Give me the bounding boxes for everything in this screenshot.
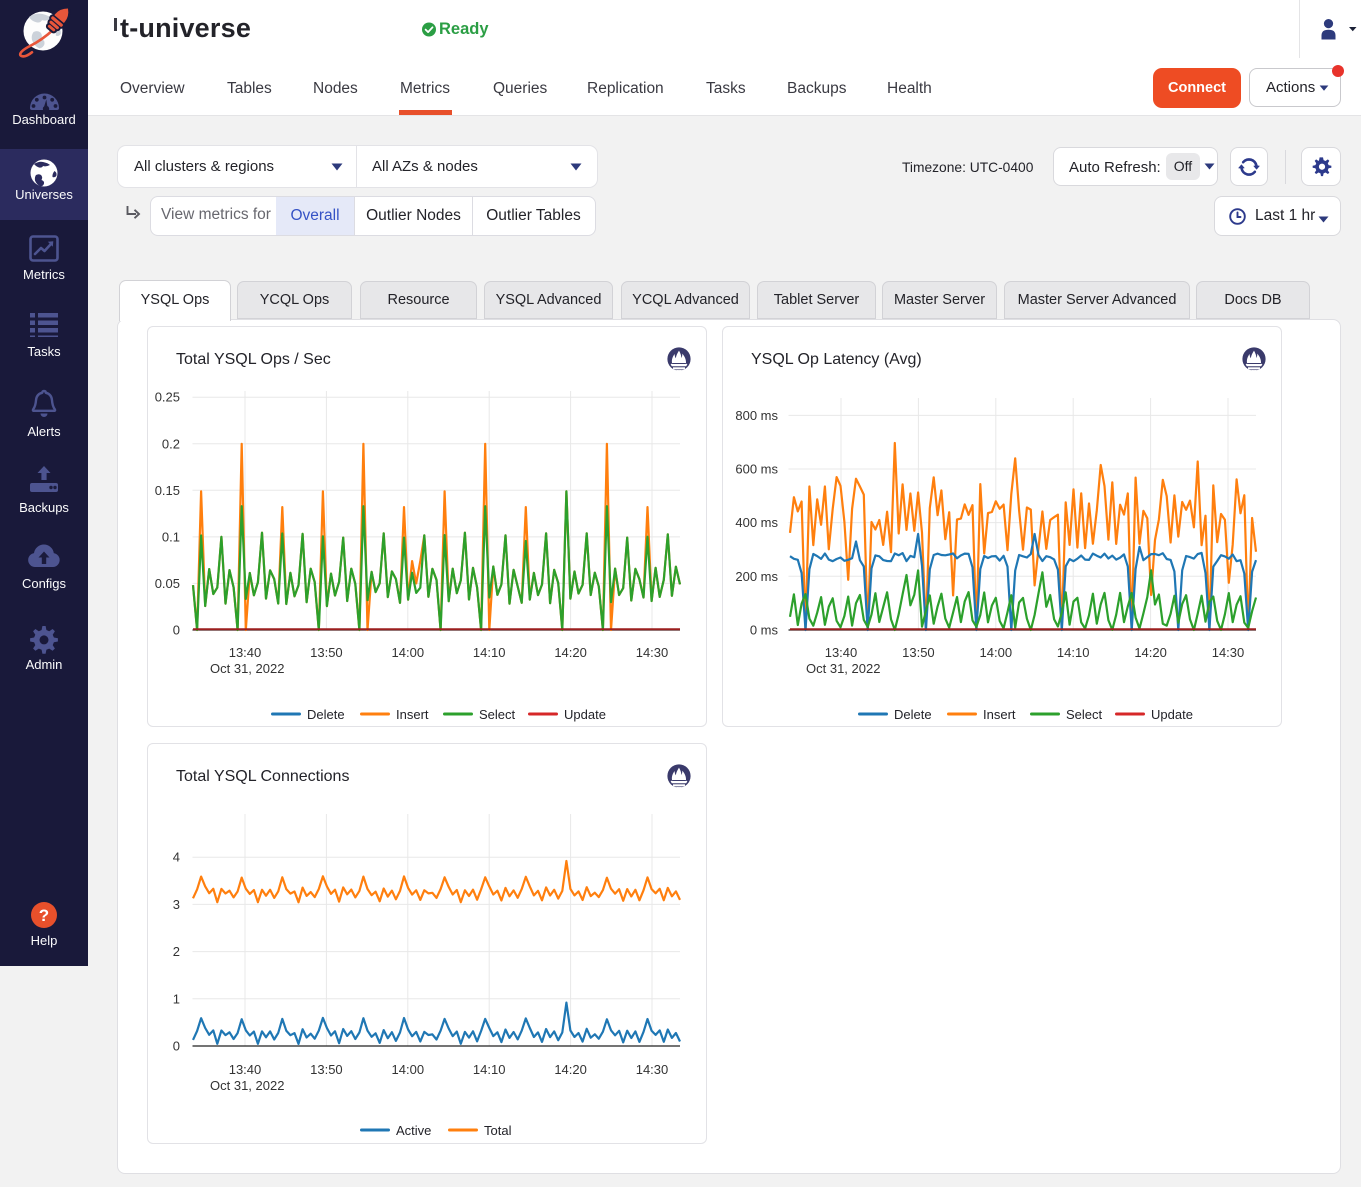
svg-text:0.1: 0.1	[162, 529, 180, 544]
svg-text:Oct 31, 2022: Oct 31, 2022	[210, 661, 284, 676]
svg-text:Select: Select	[479, 707, 516, 722]
svg-text:Total: Total	[484, 1123, 512, 1138]
svg-text:Oct 31, 2022: Oct 31, 2022	[210, 1078, 284, 1093]
svg-text:13:40: 13:40	[229, 645, 262, 660]
svg-text:Insert: Insert	[396, 707, 429, 722]
svg-text:Update: Update	[1151, 707, 1193, 722]
svg-text:0.05: 0.05	[155, 576, 180, 591]
svg-text:13:50: 13:50	[310, 645, 343, 660]
svg-text:13:40: 13:40	[825, 645, 858, 660]
svg-text:0.25: 0.25	[155, 390, 180, 405]
svg-text:Total YSQL Ops / Sec: Total YSQL Ops / Sec	[176, 351, 331, 368]
svg-text:Insert: Insert	[983, 707, 1016, 722]
svg-text:14:20: 14:20	[554, 645, 587, 660]
svg-text:0.15: 0.15	[155, 483, 180, 498]
svg-text:YSQL Op Latency (Avg): YSQL Op Latency (Avg)	[751, 351, 922, 368]
svg-text:Delete: Delete	[307, 707, 345, 722]
svg-text:14:20: 14:20	[1134, 645, 1167, 660]
svg-text:400 ms: 400 ms	[735, 515, 778, 530]
svg-text:2: 2	[173, 944, 180, 959]
svg-text:14:10: 14:10	[473, 645, 506, 660]
svg-text:Update: Update	[564, 707, 606, 722]
svg-text:Active: Active	[396, 1123, 431, 1138]
svg-text:14:20: 14:20	[554, 1062, 587, 1077]
svg-text:4: 4	[173, 850, 180, 865]
svg-text:?: ?	[39, 906, 49, 925]
svg-text:Oct 31, 2022: Oct 31, 2022	[806, 661, 880, 676]
svg-text:14:30: 14:30	[636, 645, 669, 660]
svg-text:14:00: 14:00	[392, 1062, 425, 1077]
svg-text:14:00: 14:00	[980, 645, 1013, 660]
svg-text:0: 0	[173, 623, 180, 638]
svg-text:13:50: 13:50	[902, 645, 935, 660]
svg-text:800 ms: 800 ms	[735, 408, 778, 423]
svg-text:Select: Select	[1066, 707, 1103, 722]
svg-text:0.2: 0.2	[162, 436, 180, 451]
svg-text:14:30: 14:30	[636, 1062, 669, 1077]
svg-text:13:50: 13:50	[310, 1062, 343, 1077]
svg-text:14:00: 14:00	[392, 645, 425, 660]
svg-text:1: 1	[173, 991, 180, 1006]
svg-text:0: 0	[173, 1039, 180, 1054]
svg-text:14:10: 14:10	[473, 1062, 506, 1077]
svg-text:14:10: 14:10	[1057, 645, 1090, 660]
svg-text:Delete: Delete	[894, 707, 932, 722]
svg-text:3: 3	[173, 897, 180, 912]
svg-text:200 ms: 200 ms	[735, 569, 778, 584]
svg-text:0 ms: 0 ms	[750, 623, 779, 638]
svg-text:600 ms: 600 ms	[735, 462, 778, 477]
svg-text:Total YSQL Connections: Total YSQL Connections	[176, 768, 349, 785]
svg-text:14:30: 14:30	[1212, 645, 1245, 660]
svg-text:13:40: 13:40	[229, 1062, 262, 1077]
